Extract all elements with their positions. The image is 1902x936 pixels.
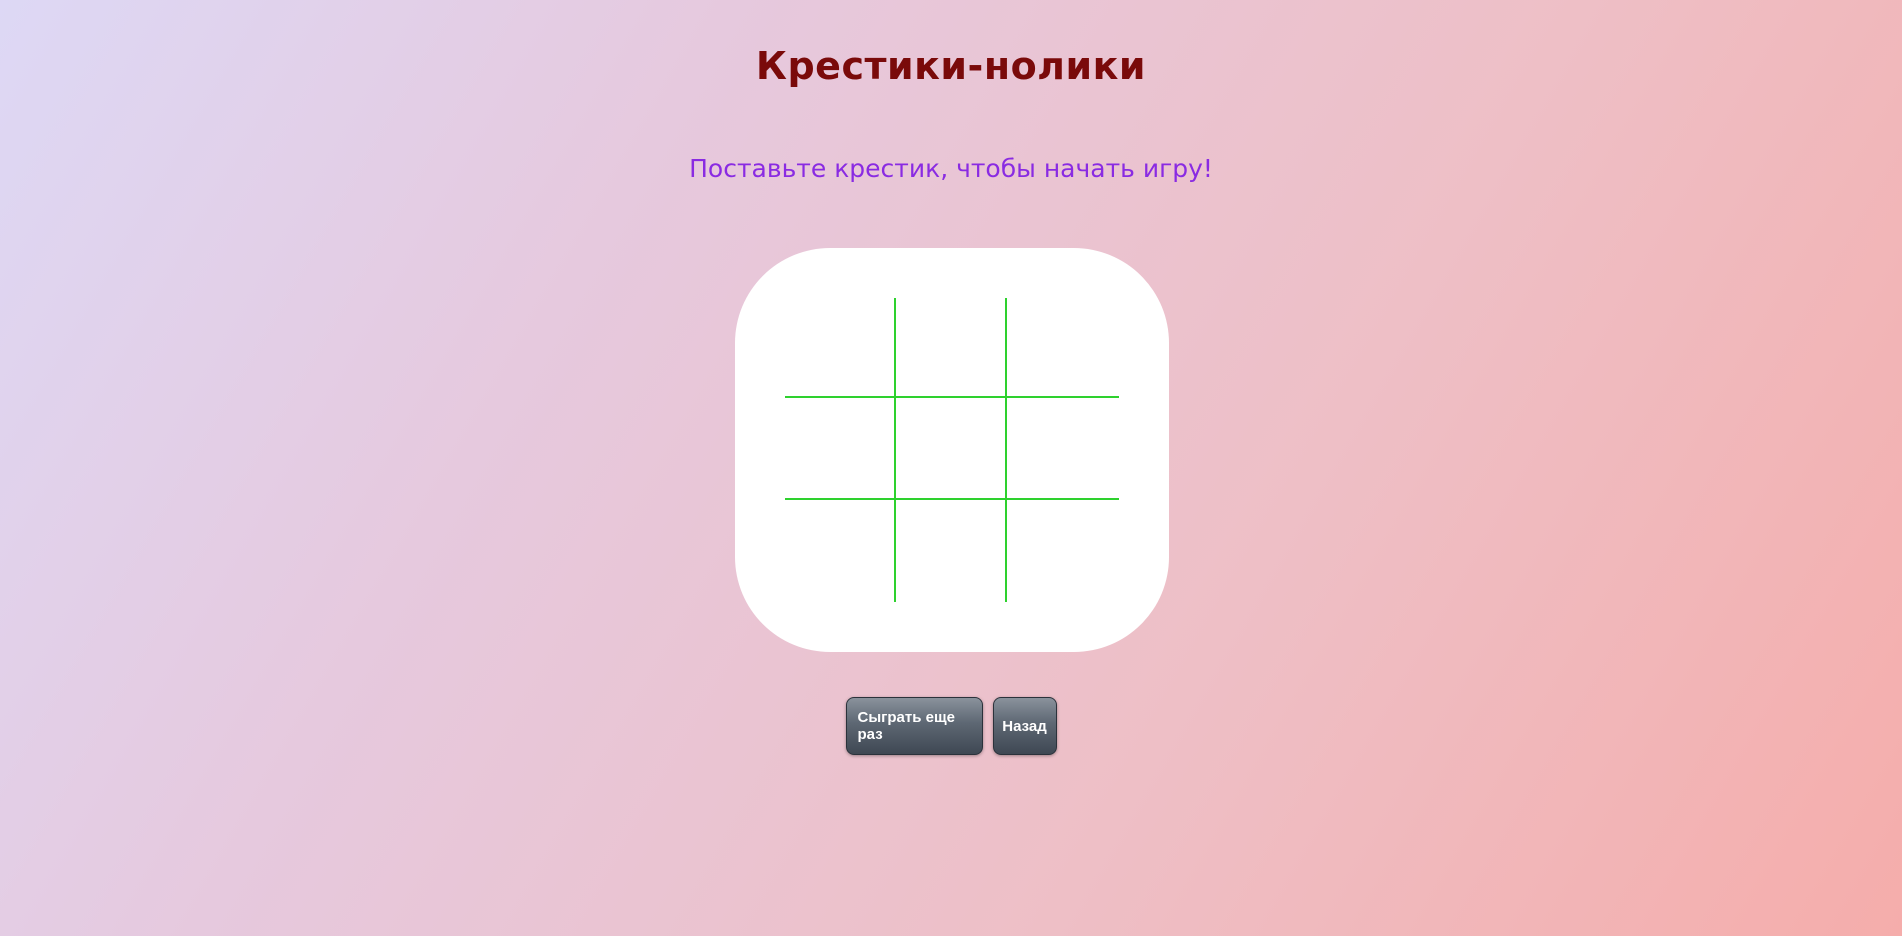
action-buttons: Сыграть еще раз Назад xyxy=(0,697,1902,755)
game-status-message: Поставьте крестик, чтобы начать игру! xyxy=(689,154,1213,183)
board-cell-6[interactable] xyxy=(1007,398,1119,500)
board-cell-4[interactable] xyxy=(785,398,896,500)
board-cell-3[interactable] xyxy=(1007,298,1119,398)
board-card xyxy=(735,248,1169,652)
play-again-button[interactable]: Сыграть еще раз xyxy=(845,697,983,755)
board-cell-7[interactable] xyxy=(785,500,896,602)
back-button[interactable]: Назад xyxy=(992,697,1057,755)
game-title: Крестики-нолики xyxy=(755,44,1147,88)
board-cell-5[interactable] xyxy=(896,398,1007,500)
board-cell-1[interactable] xyxy=(785,298,896,398)
board-cell-8[interactable] xyxy=(896,500,1007,602)
board-cell-9[interactable] xyxy=(1007,500,1119,602)
tic-tac-toe-board xyxy=(785,298,1119,602)
board-cell-2[interactable] xyxy=(896,298,1007,398)
